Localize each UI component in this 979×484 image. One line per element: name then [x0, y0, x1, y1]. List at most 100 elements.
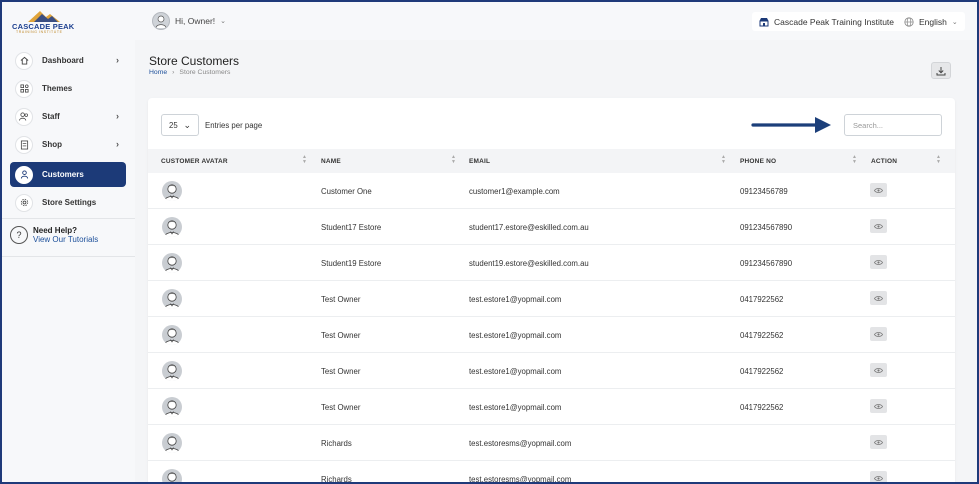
globe-icon [904, 16, 914, 27]
entries-per-page-select[interactable]: 25 ⌄ [161, 114, 199, 136]
language-label: English [919, 16, 947, 27]
chevron-right-icon: › [116, 55, 119, 65]
customer-email: test.estoresms@yopmail.com [469, 438, 572, 448]
sidebar-item-label: Shop [42, 140, 62, 149]
home-icon [15, 51, 33, 70]
table-row: Test Owner test.estore1@yopmail.com 0417… [148, 389, 955, 425]
customer-phone: 091234567890 [740, 258, 793, 268]
eye-icon [874, 367, 883, 373]
user-avatar-icon [164, 328, 180, 345]
sort-icon[interactable]: ▲ ▼ [302, 155, 307, 165]
tutorials-link[interactable]: View Our Tutorials [33, 235, 98, 244]
user-avatar-icon [164, 220, 180, 237]
greeting-text: Hi, Owner! [175, 16, 216, 26]
institute-name: Cascade Peak Training Institute [774, 16, 895, 27]
sort-icon[interactable]: ▲ ▼ [852, 155, 857, 165]
eye-icon [874, 223, 883, 229]
user-icon [155, 15, 167, 28]
sidebar-item-staff[interactable]: Staff › [10, 104, 126, 129]
user-avatar-icon [167, 472, 177, 482]
customer-email: test.estore1@yopmail.com [469, 294, 562, 304]
user-avatar-icon [164, 292, 180, 309]
sidebar-item-dashboard[interactable]: Dashboard › [10, 48, 126, 73]
annotation-arrow-icon [751, 117, 831, 133]
help-title: Need Help? [33, 226, 78, 235]
language-selector[interactable]: English ⌄ [897, 12, 965, 31]
view-button[interactable] [870, 471, 887, 482]
view-button[interactable] [870, 435, 887, 449]
user-avatar-icon [164, 436, 180, 453]
customer-name: Customer One [321, 186, 372, 196]
brand-logo[interactable]: CASCADE PEAK TRAINING INSTITUTE [12, 9, 74, 35]
view-button[interactable] [870, 183, 887, 197]
chevron-down-icon: ⌄ [220, 18, 227, 25]
sidebar-item-store-settings[interactable]: Store Settings [10, 190, 126, 215]
customer-email: customer1@example.com [469, 186, 560, 196]
sidebar-item-label: Store Settings [42, 198, 97, 207]
table-row: Student17 Estore student17.estore@eskill… [148, 209, 955, 245]
sort-icon[interactable]: ▲ ▼ [721, 155, 726, 165]
column-header-action: ACTION [871, 157, 898, 165]
page-title: Store Customers [149, 54, 240, 68]
chevron-down-icon: ⌄ [951, 18, 958, 26]
avatar [162, 397, 182, 417]
customer-phone: 09123456789 [740, 186, 788, 196]
view-button[interactable] [870, 399, 887, 413]
view-button[interactable] [870, 363, 887, 377]
sort-icon[interactable]: ▲ ▼ [936, 155, 941, 165]
sort-icon[interactable]: ▲ ▼ [451, 155, 456, 165]
store-icon [759, 17, 769, 26]
avatar [162, 325, 182, 345]
table-header: CUSTOMER AVATAR ▲ ▼ NAME ▲ ▼ EMAIL ▲ ▼ PHON… [148, 149, 955, 173]
table-row: Richards test.estoresms@yopmail.com [148, 461, 955, 484]
sidebar-item-shop[interactable]: Shop › [10, 132, 126, 157]
customer-name: Student17 Estore [321, 222, 382, 232]
customer-phone: 0417922562 [740, 330, 784, 340]
view-button[interactable] [870, 255, 887, 269]
table-row: Richards test.estoresms@yopmail.com [148, 425, 955, 461]
eye-icon [874, 259, 883, 265]
customer-phone: 091234567890 [740, 222, 793, 232]
view-button[interactable] [870, 291, 887, 305]
brand-tagline: TRAINING INSTITUTE [16, 30, 63, 34]
search-input[interactable] [844, 114, 942, 136]
chevron-right-icon: › [116, 111, 119, 121]
eye-icon [874, 331, 883, 337]
download-button[interactable] [931, 62, 951, 79]
entries-control: 25 ⌄ Entries per page [161, 114, 262, 136]
view-button[interactable] [870, 327, 887, 341]
chevron-right-icon: › [172, 69, 175, 76]
customer-name: Student19 Estore [321, 258, 382, 268]
sidebar: Dashboard › Themes Staff › Shop › Custom… [2, 40, 135, 482]
user-avatar-icon [164, 256, 180, 273]
entries-value: 25 [169, 120, 178, 130]
eye-icon [874, 475, 883, 481]
customer-name: Richards [321, 474, 352, 484]
sidebar-item-customers[interactable]: Customers [10, 162, 126, 187]
customer-phone: 0417922562 [740, 402, 784, 412]
user-avatar-icon [164, 364, 180, 381]
sidebar-item-themes[interactable]: Themes [10, 76, 126, 101]
avatar [162, 253, 182, 273]
avatar [162, 433, 182, 453]
sidebar-item-label: Dashboard [42, 56, 84, 65]
avatar [162, 181, 182, 201]
top-bar: CASCADE PEAK TRAINING INSTITUTE Hi, Owne… [2, 2, 977, 40]
eye-icon [874, 439, 883, 445]
download-icon [936, 66, 946, 75]
gear-icon [15, 193, 33, 212]
breadcrumb: Home › Store Customers [149, 69, 230, 76]
chevron-down-icon: ⌄ [183, 119, 191, 130]
help-section: ? Need Help? View Our Tutorials [10, 226, 98, 244]
view-button[interactable] [870, 219, 887, 233]
sidebar-item-label: Customers [42, 170, 84, 179]
shop-icon [15, 135, 33, 154]
breadcrumb-home[interactable]: Home [149, 69, 167, 76]
user-menu[interactable]: Hi, Owner! ⌄ [152, 11, 226, 31]
institute-selector[interactable]: Cascade Peak Training Institute ⌄ [752, 12, 912, 31]
column-header-phone: PHONE NO [740, 157, 777, 165]
customer-name: Test Owner [321, 366, 361, 376]
customer-name: Test Owner [321, 330, 361, 340]
app-window: CASCADE PEAK TRAINING INSTITUTE Hi, Owne… [0, 0, 979, 484]
table-row: Test Owner test.estore1@yopmail.com 0417… [148, 281, 955, 317]
